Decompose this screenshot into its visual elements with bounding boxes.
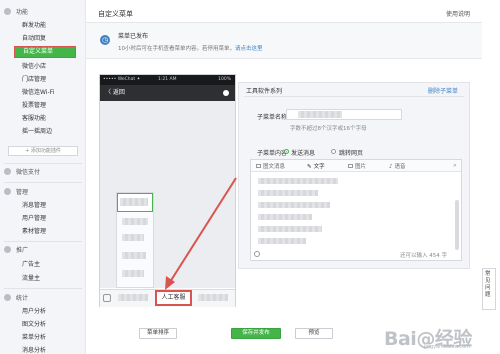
sidebar-item-shake[interactable]: 摇一摇周边: [22, 127, 82, 136]
message-text-blurred: [258, 190, 318, 196]
faq-label: 常见问题: [485, 271, 491, 298]
editor-title: 工具软件系列: [246, 88, 283, 95]
sidebar-item-materials[interactable]: 素材管理: [22, 227, 82, 236]
tab-article[interactable]: 图文消息: [256, 162, 285, 170]
editor-divider: [244, 96, 464, 97]
phone-nav-bar: 〈 返回: [100, 85, 235, 101]
publish-notice: [86, 23, 482, 59]
sidebar-item-user-analysis[interactable]: 用户分析: [22, 307, 82, 316]
tab-image[interactable]: 图片: [348, 162, 366, 170]
image-icon: [348, 164, 353, 168]
function-icon: [4, 8, 11, 15]
sidebar-item-publisher[interactable]: 流量主: [22, 274, 82, 283]
pencil-icon: ✎: [307, 164, 312, 170]
message-text-blurred: [258, 238, 306, 244]
submenu-item-blurred[interactable]: [120, 198, 148, 206]
annotation-arrow-icon: [165, 177, 237, 290]
page-title: 自定义菜单: [98, 10, 133, 18]
clock-icon: ◷: [100, 35, 110, 45]
sidebar-item-customer-service[interactable]: 客服功能: [22, 114, 82, 123]
char-count: 还可以输入 454 字: [400, 253, 447, 259]
message-text-blurred: [258, 226, 322, 232]
radio-jump-url-label[interactable]: 跳转网页: [339, 148, 363, 157]
sort-menu-button[interactable]: 菜单排序: [139, 328, 177, 339]
sidebar-item-users[interactable]: 用户管理: [22, 214, 82, 223]
sidebar-divider: [4, 288, 82, 289]
submenu-name-label: 子菜单名称: [257, 114, 288, 121]
sidebar-section-stats[interactable]: 统计: [4, 294, 28, 303]
sidebar-divider: [4, 241, 82, 242]
sidebar-divider: [4, 182, 82, 183]
manage-icon: [4, 188, 11, 195]
sidebar-section-manage[interactable]: 管理: [4, 188, 28, 197]
user-icon[interactable]: [223, 90, 229, 96]
article-icon: [256, 164, 261, 168]
sidebar-section-pay[interactable]: 微信支付: [4, 168, 40, 177]
help-link[interactable]: 使用说明: [446, 9, 470, 18]
sidebar-item-message-analysis[interactable]: 消息分析: [22, 346, 82, 354]
sidebar-item-menu-analysis[interactable]: 菜单分析: [22, 333, 82, 342]
menu-item-blurred[interactable]: [198, 294, 228, 301]
back-button[interactable]: 〈 返回: [105, 85, 125, 101]
content-scrollbar[interactable]: [455, 200, 459, 250]
submenu-item-blurred[interactable]: [122, 270, 144, 277]
notice-text: 10小时后可在手机查看菜单内容。若停用菜单，: [118, 46, 236, 52]
sidebar-item-wechat-shop[interactable]: 微信小店: [22, 62, 82, 71]
phone-status-bar: ••••• WeChat ✦ 1:21 AM 100%: [100, 75, 235, 85]
submenu-item-blurred[interactable]: [122, 252, 146, 259]
submenu-item-blurred[interactable]: [122, 234, 144, 241]
radio-send-message[interactable]: [284, 149, 289, 154]
more-tabs-icon[interactable]: »: [453, 162, 457, 169]
notice-link[interactable]: 请点击这里: [235, 46, 263, 52]
radio-jump-url[interactable]: [331, 149, 336, 154]
battery-label: 100%: [218, 77, 231, 82]
pay-icon: [4, 168, 11, 175]
sidebar-item-mass-send[interactable]: 群发功能: [22, 21, 82, 30]
sidebar-item-advertiser[interactable]: 广告主: [22, 260, 82, 269]
sidebar-item-auto-reply[interactable]: 自动回复: [22, 34, 82, 43]
carrier-label: ••••• WeChat ✦: [103, 77, 141, 82]
sidebar-item-store-manage[interactable]: 门店管理: [22, 75, 82, 84]
sidebar-section-promote[interactable]: 推广: [4, 246, 28, 255]
submenu-item-blurred[interactable]: [122, 218, 148, 225]
stats-icon: [4, 294, 11, 301]
sidebar-item-custom-menu[interactable]: 自定义菜单: [14, 46, 76, 58]
delete-submenu-link[interactable]: 删除子菜单: [428, 86, 458, 95]
microphone-icon: ♪: [389, 164, 393, 170]
keyboard-icon[interactable]: [103, 294, 111, 302]
tab-voice[interactable]: ♪ 语音: [389, 162, 406, 170]
sidebar: 功能 群发功能 自动回复 自定义菜单 微信小店 门店管理 微信连Wi-Fi 投票…: [0, 0, 86, 354]
clock-label: 1:21 AM: [158, 77, 177, 82]
promote-icon: [4, 246, 11, 253]
message-text-blurred: [258, 214, 312, 220]
watermark-url: jingyan.baidu.com: [424, 344, 471, 350]
sidebar-item-wifi[interactable]: 微信连Wi-Fi: [22, 88, 82, 97]
save-publish-button[interactable]: 保存并发布: [231, 328, 281, 339]
notice-title: 菜单已发布: [118, 33, 149, 40]
add-plugin-button[interactable]: + 添加功能插件: [8, 146, 78, 156]
submenu-name-tip: 字数不超过8个汉字或16个字母: [290, 126, 367, 132]
message-content-box[interactable]: [250, 159, 462, 261]
tab-text[interactable]: ✎ 文字: [307, 162, 325, 170]
message-text-blurred: [258, 178, 338, 184]
menu-item-blurred[interactable]: [118, 294, 148, 301]
message-text-blurred: [258, 202, 330, 208]
radio-send-message-label[interactable]: 发送消息: [291, 148, 315, 157]
submenu-name-value: [298, 111, 342, 118]
sidebar-divider: [4, 163, 82, 164]
sidebar-item-article-analysis[interactable]: 图文分析: [22, 320, 82, 329]
submenu-content-label: 子菜单内容: [257, 150, 288, 157]
preview-button[interactable]: 预览: [295, 328, 333, 339]
sidebar-section-function[interactable]: 功能: [4, 8, 28, 17]
notice-description: 10小时后可在手机查看菜单内容。若停用菜单，请点击这里: [118, 44, 263, 52]
sidebar-item-vote[interactable]: 投票管理: [22, 101, 82, 110]
emoji-icon[interactable]: [254, 251, 260, 257]
sidebar-item-messages[interactable]: 消息管理: [22, 201, 82, 210]
